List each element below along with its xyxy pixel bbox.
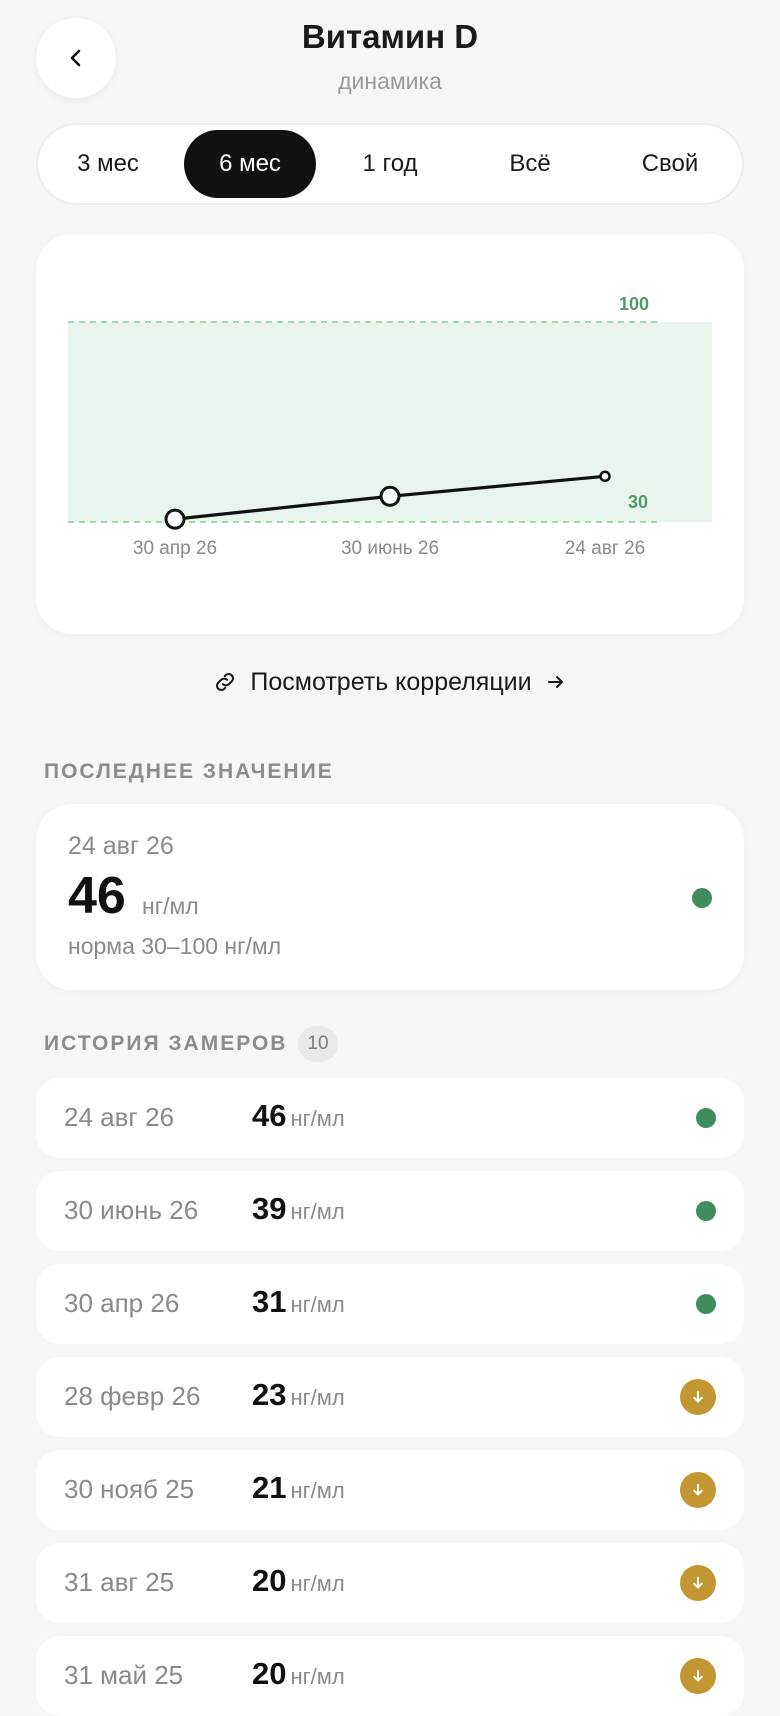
history-row-value: 20 xyxy=(252,1656,287,1691)
history-row[interactable]: 24 авг 26 46 нг/мл xyxy=(36,1078,744,1158)
x-tick-label: 30 апр 26 xyxy=(133,538,217,559)
period-selector: 3 мес 6 мес 1 год Всё Свой xyxy=(36,123,744,205)
tab-3-months[interactable]: 3 мес xyxy=(42,130,174,198)
history-row-value: 46 xyxy=(252,1098,287,1133)
arrow-down-icon xyxy=(693,1390,703,1403)
arrow-down-icon xyxy=(693,1669,703,1682)
x-tick-label: 24 авг 26 xyxy=(565,538,645,559)
history-row-value: 21 xyxy=(252,1470,287,1505)
status-normal-dot xyxy=(692,888,712,908)
link-icon xyxy=(216,672,235,692)
tab-6-months[interactable]: 6 мес xyxy=(184,130,316,198)
history-row-value: 39 xyxy=(252,1191,287,1226)
history-row-unit: нг/мл xyxy=(290,1199,345,1224)
last-value-section-label: ПОСЛЕДНЕЕ ЗНАЧЕНИЕ xyxy=(44,760,334,783)
data-point xyxy=(599,470,611,483)
tab-all[interactable]: Всё xyxy=(464,130,596,198)
status-low-badge xyxy=(680,1472,716,1508)
history-row-date: 30 нояб 25 xyxy=(64,1474,195,1504)
data-point xyxy=(379,485,401,507)
correlations-link[interactable]: Посмотреть корреляции xyxy=(0,662,780,702)
history-row[interactable]: 30 апр 26 31 нг/мл xyxy=(36,1264,744,1344)
x-tick-label: 30 июнь 26 xyxy=(341,538,439,559)
history-row[interactable]: 30 нояб 25 21 нг/мл xyxy=(36,1450,744,1530)
status-low-badge xyxy=(680,1565,716,1601)
history-row[interactable]: 28 февр 26 23 нг/мл xyxy=(36,1357,744,1437)
history-section-label: ИСТОРИЯ ЗАМЕРОВ xyxy=(44,1032,288,1055)
history-row-value: 23 xyxy=(252,1377,287,1412)
history-count-badge: 10 xyxy=(298,1026,338,1062)
history-row-unit: нг/мл xyxy=(290,1478,345,1503)
history-row[interactable]: 31 авг 25 20 нг/мл xyxy=(36,1543,744,1623)
history-row[interactable]: 30 июнь 26 39 нг/мл xyxy=(36,1171,744,1251)
arrow-down-icon xyxy=(693,1576,703,1589)
history-row-unit: нг/мл xyxy=(290,1106,345,1131)
arrow-right-icon xyxy=(547,676,563,688)
data-point xyxy=(164,508,186,530)
last-value-unit: нг/мл xyxy=(142,893,199,919)
history-row-date: 24 авг 26 xyxy=(64,1102,175,1132)
arrow-down-icon xyxy=(693,1483,703,1496)
page-title: Витамин D xyxy=(301,18,479,55)
status-normal-dot xyxy=(696,1108,716,1128)
status-low-badge xyxy=(680,1658,716,1694)
last-value-norm: норма 30–100 нг/мл xyxy=(68,933,282,959)
history-row-date: 30 апр 26 xyxy=(64,1288,180,1318)
history-row-value: 20 xyxy=(252,1563,287,1598)
history-row-date: 31 авг 25 xyxy=(64,1567,175,1597)
tab-1-year[interactable]: 1 год xyxy=(324,130,456,198)
history-row[interactable]: 31 май 25 20 нг/мл xyxy=(36,1636,744,1716)
vitamin-d-chart: 100 30 30 апр 26 30 июнь 26 24 авг 26 xyxy=(68,294,712,559)
correlations-link-label: Посмотреть корреляции xyxy=(250,667,532,696)
history-row-date: 31 май 25 xyxy=(64,1660,184,1690)
reference-label-low: 30 xyxy=(628,492,648,512)
last-value-number: 46 xyxy=(68,867,126,925)
history-row-unit: нг/мл xyxy=(290,1292,345,1317)
history-row-date: 30 июнь 26 xyxy=(64,1195,199,1225)
history-row-unit: нг/мл xyxy=(290,1571,345,1596)
status-normal-dot xyxy=(696,1294,716,1314)
history-row-unit: нг/мл xyxy=(290,1664,345,1689)
page-subtitle: динамика xyxy=(338,68,442,94)
history-row-unit: нг/мл xyxy=(290,1385,345,1410)
history-row-date: 28 февр 26 xyxy=(64,1381,201,1411)
last-value-date: 24 авг 26 xyxy=(68,832,174,860)
reference-label-high: 100 xyxy=(619,294,649,314)
status-low-badge xyxy=(680,1379,716,1415)
status-normal-dot xyxy=(696,1201,716,1221)
tab-custom[interactable]: Свой xyxy=(604,130,736,198)
history-row-value: 31 xyxy=(252,1284,287,1319)
chart-card: 100 30 30 апр 26 30 июнь 26 24 авг 26 xyxy=(36,234,744,634)
